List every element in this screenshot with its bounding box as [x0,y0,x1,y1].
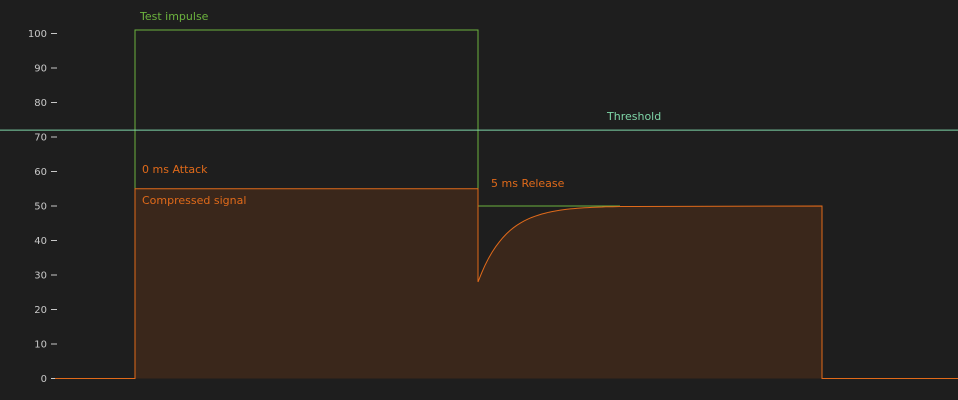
compressed-signal-label: Compressed signal [142,194,246,207]
compressor-chart: 0 10 20 30 40 50 60 70 80 90 100 Test impulse Thre… [0,0,958,400]
test-impulse-label: Test impulse [139,10,209,23]
release-label: 5 ms Release [491,177,565,190]
attack-label: 0 ms Attack [142,163,208,176]
y-tick-label: 100 [28,29,47,40]
y-tick-label: 0 [41,374,47,385]
y-tick-label: 10 [34,340,47,351]
y-tick-label: 40 [34,236,47,247]
y-tick-label: 20 [34,305,47,316]
y-tick-label: 90 [34,64,47,75]
y-tick-label: 30 [34,271,47,282]
y-tick-label: 80 [34,98,47,109]
y-tick-label: 50 [34,202,47,213]
y-tick-label: 60 [34,167,47,178]
threshold-label: Threshold [606,110,661,123]
y-tick-label: 70 [34,133,47,144]
